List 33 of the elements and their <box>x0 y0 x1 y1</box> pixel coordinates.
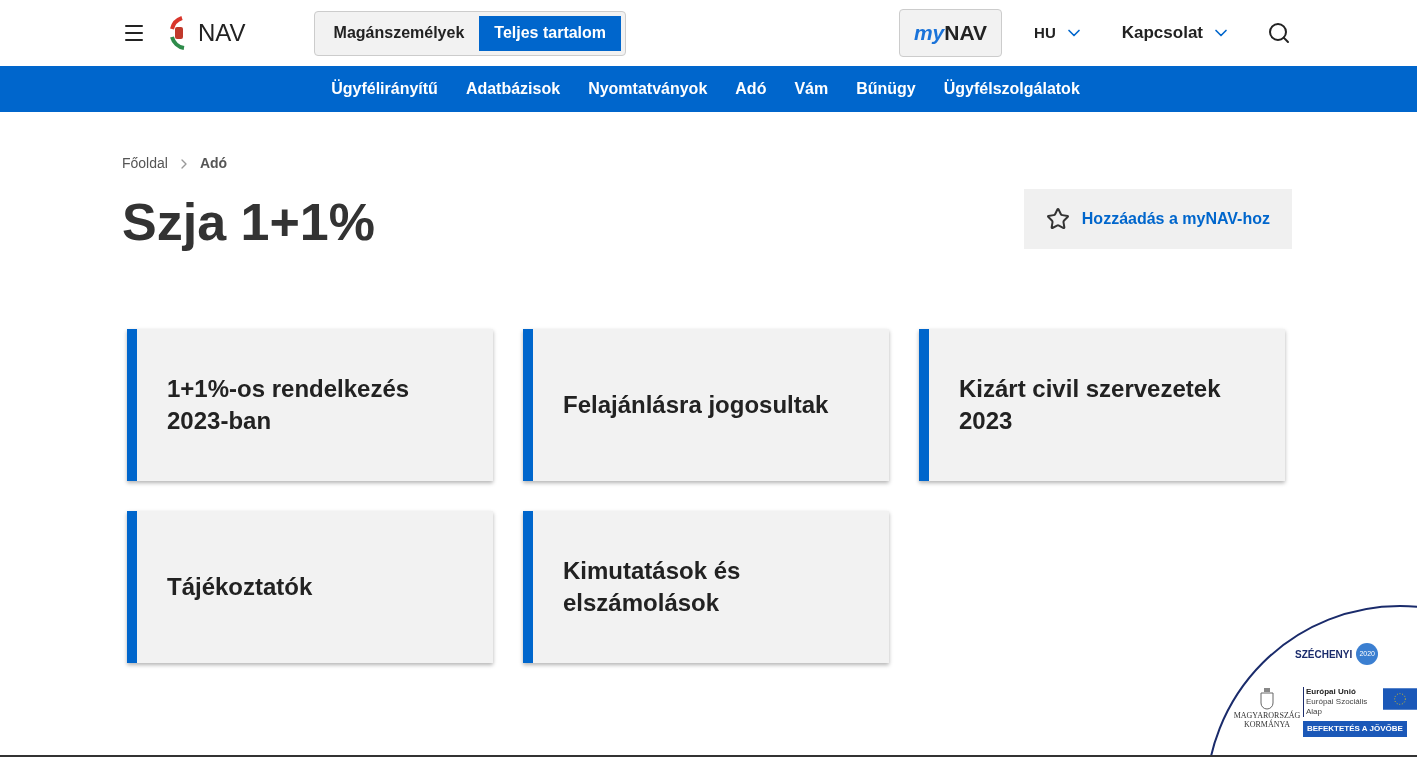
mynav-prefix: my <box>913 20 945 47</box>
star-icon <box>1045 207 1070 231</box>
eu-fund: Európai Szociális Alap <box>1306 697 1369 717</box>
eu-flag-icon <box>1383 687 1417 711</box>
logo-text[interactable]: NAV <box>198 15 246 51</box>
nav-link[interactable]: Nyomtatványok <box>588 77 708 101</box>
nav-link[interactable]: Adatbázisok <box>465 77 561 101</box>
breadcrumb-link[interactable]: Adó <box>199 153 228 174</box>
mynav-label: NAV <box>944 20 988 47</box>
slogan-banner: BEFEKTETÉS A JÖVŐBE <box>1303 721 1407 737</box>
mynav-button[interactable]: myNAV <box>898 9 1003 57</box>
audience-tab[interactable]: Magánszemélyek <box>318 15 480 51</box>
nav-link[interactable]: Vám <box>794 77 829 101</box>
topic-card[interactable]: Felajánlásra jogosultak <box>523 329 889 481</box>
breadcrumb-link[interactable]: Főoldal <box>122 153 168 174</box>
contact-dropdown[interactable]: Kapcsolat <box>1121 20 1231 46</box>
topic-card[interactable]: Kizárt civil szervezetek 2023 <box>919 329 1285 481</box>
government-label: MAGYARORSZÁG KORMÁNYA <box>1233 711 1301 729</box>
nav-link[interactable]: Ügyfélszolgálatok <box>943 77 1080 101</box>
nav-link[interactable]: Ügyfélirányítű <box>331 77 438 101</box>
add-to-mynav-button[interactable]: Hozzáadás a myNAV-hoz <box>1023 189 1292 249</box>
nav-link[interactable]: Adó <box>735 77 767 101</box>
page-title: Szja 1+1% <box>122 192 375 253</box>
audience-tab[interactable]: Teljes tartalom <box>479 15 622 51</box>
topic-card[interactable]: Kimutatások és elszámolások <box>523 511 889 663</box>
eu-title: Európai Unió <box>1306 687 1357 697</box>
search-icon[interactable] <box>1267 21 1291 45</box>
topic-card[interactable]: 1+1%-os rendelkezés 2023-ban <box>127 329 493 481</box>
program-name: SZÉCHENYI <box>1295 647 1353 662</box>
language-dropdown[interactable]: HU <box>1034 21 1084 45</box>
coat-of-arms-icon <box>1259 687 1275 711</box>
nav-link[interactable]: Bűnügy <box>856 77 916 101</box>
topic-card[interactable]: Tájékoztatók <box>127 511 493 663</box>
